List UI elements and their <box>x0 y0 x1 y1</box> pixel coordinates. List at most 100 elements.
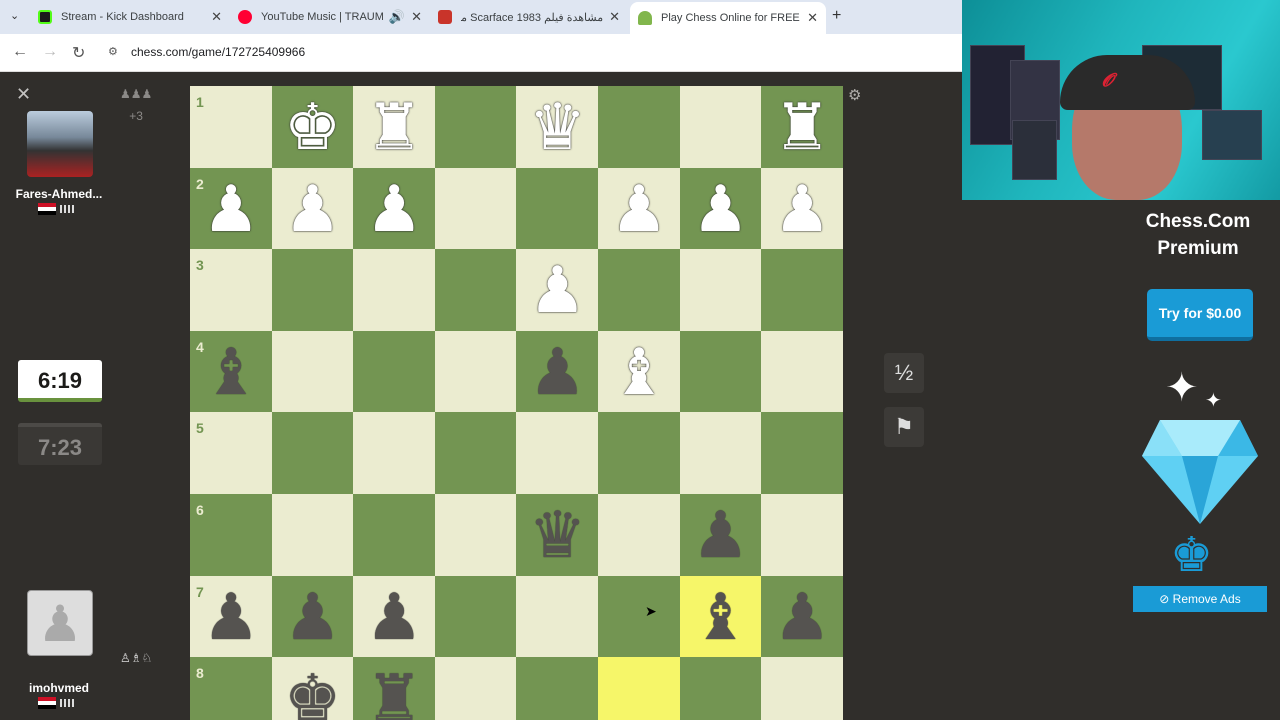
board-square[interactable]: 7 ♟ <box>190 575 272 658</box>
board-square[interactable]: ♚ <box>271 86 354 168</box>
board-square[interactable]: 8 <box>190 657 272 720</box>
board-square[interactable]: ♟ <box>353 575 436 658</box>
board-square[interactable] <box>434 249 517 332</box>
board-square[interactable] <box>516 575 599 658</box>
board-square[interactable] <box>598 657 680 720</box>
board-square[interactable] <box>434 86 517 168</box>
close-tab-icon[interactable]: ✕ <box>411 9 422 25</box>
board-square[interactable] <box>516 657 599 720</box>
board-square[interactable] <box>761 494 843 576</box>
chess-piece[interactable]: ♟ <box>272 576 354 658</box>
chess-piece[interactable]: ♟ <box>190 576 272 658</box>
chess-piece[interactable]: ♜ <box>353 86 435 168</box>
chess-piece[interactable]: ♜ <box>761 86 843 168</box>
chess-piece[interactable]: ♛ <box>516 86 598 168</box>
board-square[interactable] <box>598 412 680 495</box>
reload-icon[interactable]: ↻ <box>72 43 85 63</box>
chess-piece[interactable]: ♟ <box>598 168 680 250</box>
board-square[interactable]: ♚ <box>271 657 354 720</box>
board-square[interactable]: ♝ <box>679 575 762 658</box>
board-square[interactable]: ♟ <box>761 167 843 250</box>
board-settings-icon[interactable]: ⚙ <box>848 86 861 104</box>
tab-youtube-music[interactable]: YouTube Music | TRAUMA 🔊 ✕ <box>230 4 430 30</box>
audio-icon[interactable]: 🔊 <box>389 9 405 25</box>
chess-piece[interactable]: ♟ <box>353 576 435 658</box>
board-square[interactable] <box>353 494 436 576</box>
board-square[interactable] <box>679 330 762 413</box>
board-square[interactable]: ♟ <box>516 330 599 413</box>
chess-piece[interactable]: ♟ <box>516 331 598 413</box>
close-tab-icon[interactable]: ✕ <box>807 10 818 26</box>
board-square[interactable]: 1 <box>190 86 272 168</box>
chess-piece[interactable]: ♚ <box>272 86 354 168</box>
board-square[interactable]: ♛ <box>516 86 599 168</box>
board-square[interactable]: 2 ♟ <box>190 167 272 250</box>
board-square[interactable] <box>271 412 354 495</box>
board-square[interactable] <box>598 494 680 576</box>
chess-piece[interactable]: ♟ <box>761 168 843 250</box>
board-square[interactable] <box>434 494 517 576</box>
board-square[interactable]: ♟ <box>271 167 354 250</box>
avatar-top-player[interactable] <box>27 111 93 177</box>
board-square[interactable]: ♟ <box>598 167 680 250</box>
bottom-player-name[interactable]: imohvmed <box>0 681 118 695</box>
try-premium-button[interactable]: Try for $0.00 <box>1147 289 1253 341</box>
board-square[interactable] <box>679 657 762 720</box>
chess-piece[interactable]: ♜ <box>353 657 435 720</box>
chess-piece[interactable]: ♟ <box>761 576 843 658</box>
resign-button[interactable]: ⚑ <box>884 407 924 447</box>
close-tab-icon[interactable]: ✕ <box>211 9 222 25</box>
new-tab-icon[interactable]: + <box>832 7 841 25</box>
chess-piece[interactable]: ♟ <box>680 168 762 250</box>
board-square[interactable] <box>516 167 599 250</box>
close-tab-icon[interactable]: ✕ <box>609 9 620 25</box>
board-square[interactable] <box>679 249 762 332</box>
chess-piece[interactable]: ♟ <box>353 168 435 250</box>
tab-chess[interactable]: Play Chess Online for FREE - 2 P ✕ <box>630 2 826 34</box>
board-square[interactable] <box>761 330 843 413</box>
board-square[interactable] <box>271 330 354 413</box>
board-square[interactable]: ♛ <box>516 494 599 576</box>
board-square[interactable]: 6 <box>190 494 272 576</box>
back-icon[interactable]: ← <box>12 43 28 61</box>
top-player-name[interactable]: Fares-Ahmed... <box>0 187 118 201</box>
board-square[interactable] <box>598 575 680 658</box>
board-square[interactable] <box>271 494 354 576</box>
board-square[interactable] <box>353 330 436 413</box>
board-square[interactable]: ♟ <box>271 575 354 658</box>
board-square[interactable]: 5 <box>190 412 272 495</box>
avatar-bottom-player[interactable]: ♟ <box>27 590 93 656</box>
board-square[interactable]: ♜ <box>353 657 436 720</box>
board-square[interactable] <box>679 412 762 495</box>
board-square[interactable] <box>434 575 517 658</box>
tab-kick[interactable]: Stream - Kick Dashboard ✕ <box>30 4 230 30</box>
board-square[interactable]: ♜ <box>761 86 843 168</box>
chess-piece[interactable]: ♟ <box>190 168 272 250</box>
chess-piece[interactable]: ♛ <box>516 494 598 576</box>
close-icon[interactable]: ✕ <box>16 84 31 105</box>
chess-piece[interactable]: ♚ <box>272 657 354 720</box>
board-square[interactable] <box>598 86 680 168</box>
chess-piece[interactable]: ♝ <box>680 576 762 658</box>
chess-piece[interactable]: ♟ <box>516 249 598 331</box>
board-square[interactable] <box>353 249 436 332</box>
chess-piece[interactable]: ♟ <box>272 168 354 250</box>
chess-piece[interactable]: ♟ <box>680 494 762 576</box>
board-square[interactable] <box>434 657 517 720</box>
tab-scarface[interactable]: مشاهدة فيلم Scarface 1983 مترج ✕ <box>430 4 628 30</box>
board-square[interactable]: 4 ♝ <box>190 330 272 413</box>
board-square[interactable] <box>353 412 436 495</box>
remove-ads-button[interactable]: ⊘ Remove Ads <box>1133 586 1267 612</box>
board-square[interactable] <box>598 249 680 332</box>
chess-board[interactable]: 1 ♚ ♜ ♛ ♜ 2 ♟ ♟ ♟ ♟ ♟ ♟ 3 ♟ 4 ♝ ♟ ♝ 5 6 ♛ ♟ 7 ♟ ♟ ♟ ♝ ♟ 8 ♚ ♜ <box>190 86 843 720</box>
chess-piece[interactable]: ♝ <box>190 331 272 413</box>
board-square[interactable] <box>271 249 354 332</box>
board-square[interactable]: ♜ <box>353 86 436 168</box>
board-square[interactable]: ♟ <box>516 249 599 332</box>
board-square[interactable] <box>761 412 843 495</box>
board-square[interactable] <box>434 412 517 495</box>
site-info-icon[interactable]: ⚙ <box>108 45 118 58</box>
board-square[interactable] <box>434 330 517 413</box>
board-square[interactable]: 3 <box>190 249 272 332</box>
url-field[interactable]: chess.com/game/172725409966 <box>131 45 305 59</box>
